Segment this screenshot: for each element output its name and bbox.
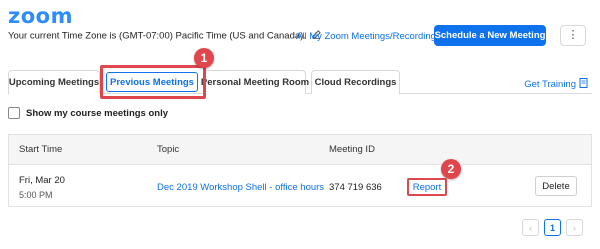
- pagination-prev-button[interactable]: ‹: [522, 219, 539, 236]
- row-time: 5:00 PM: [19, 190, 53, 200]
- course-meetings-filter[interactable]: Show my course meetings only: [8, 107, 168, 119]
- meetings-table: Start Time Topic Meeting ID Fri, Mar 20 …: [8, 134, 592, 207]
- callout-highlight-previous-meetings: [100, 65, 206, 99]
- callout-badge-1: 1: [194, 48, 214, 68]
- row-date: Fri, Mar 20: [19, 175, 65, 186]
- pagination-page-1[interactable]: 1: [544, 219, 561, 236]
- get-training-label: Get Training: [524, 79, 576, 90]
- delete-button[interactable]: Delete: [535, 176, 577, 196]
- more-options-button[interactable]: ⋮: [560, 25, 586, 46]
- book-icon: [579, 78, 588, 91]
- all-meetings-recordings-link[interactable]: All My Zoom Meetings/Recordings: [296, 31, 441, 42]
- zoom-logo: zoom: [8, 4, 73, 28]
- column-meeting-id: Meeting ID: [329, 144, 375, 155]
- course-meetings-label: Show my course meetings only: [26, 107, 169, 119]
- column-topic: Topic: [157, 144, 180, 155]
- callout-badge-2: 2: [441, 159, 461, 179]
- timezone-label: Your current Time Zone is (GMT-07:00) Pa…: [8, 30, 306, 42]
- timezone-text: Your current Time Zone is (GMT-07:00) Pa…: [8, 30, 321, 42]
- report-button[interactable]: Report: [407, 178, 447, 196]
- row-meeting-id: 374 719 636: [329, 182, 382, 193]
- get-training-link[interactable]: Get Training: [524, 78, 588, 91]
- schedule-new-meeting-button[interactable]: Schedule a New Meeting: [434, 25, 546, 46]
- row-topic-link[interactable]: Dec 2019 Workshop Shell - office hours: [157, 182, 324, 193]
- pagination-next-button[interactable]: ›: [566, 219, 583, 236]
- column-start-time: Start Time: [19, 144, 63, 155]
- tab-upcoming-meetings[interactable]: Upcoming Meetings: [8, 70, 100, 94]
- tab-personal-meeting-room[interactable]: Personal Meeting Room: [201, 70, 309, 94]
- table-header: Start Time Topic Meeting ID: [9, 135, 591, 165]
- course-meetings-checkbox[interactable]: [8, 107, 20, 119]
- tab-cloud-recordings[interactable]: Cloud Recordings: [311, 70, 400, 94]
